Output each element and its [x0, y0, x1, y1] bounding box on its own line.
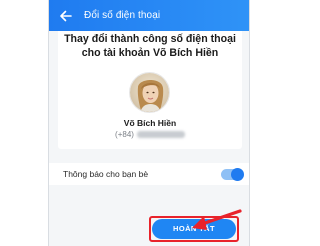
phone-prefix: (+84) — [115, 130, 134, 139]
red-pointer-arrow — [192, 209, 242, 230]
app-header: Đổi số điện thoại — [49, 0, 249, 31]
avatar — [129, 72, 170, 113]
page-title: Đổi số điện thoại — [84, 10, 161, 21]
arrow-left-icon[interactable] — [58, 8, 74, 24]
toggle-knob — [231, 167, 244, 181]
notify-friends-toggle[interactable] — [221, 167, 244, 181]
profile-name: Võ Bích Hiền — [123, 118, 177, 128]
success-message: Thay đổi thành công số điện thoại cho tà… — [64, 33, 236, 59]
phone-redacted — [136, 131, 185, 139]
notify-friends-row: Thông báo cho bạn bè — [49, 163, 249, 185]
notify-friends-label: Thông báo cho bạn bè — [63, 169, 149, 179]
screenshot-stage: Đổi số điện thoại Thay đổi thành công số… — [0, 0, 300, 246]
phone-number: (+84) — [49, 130, 249, 139]
